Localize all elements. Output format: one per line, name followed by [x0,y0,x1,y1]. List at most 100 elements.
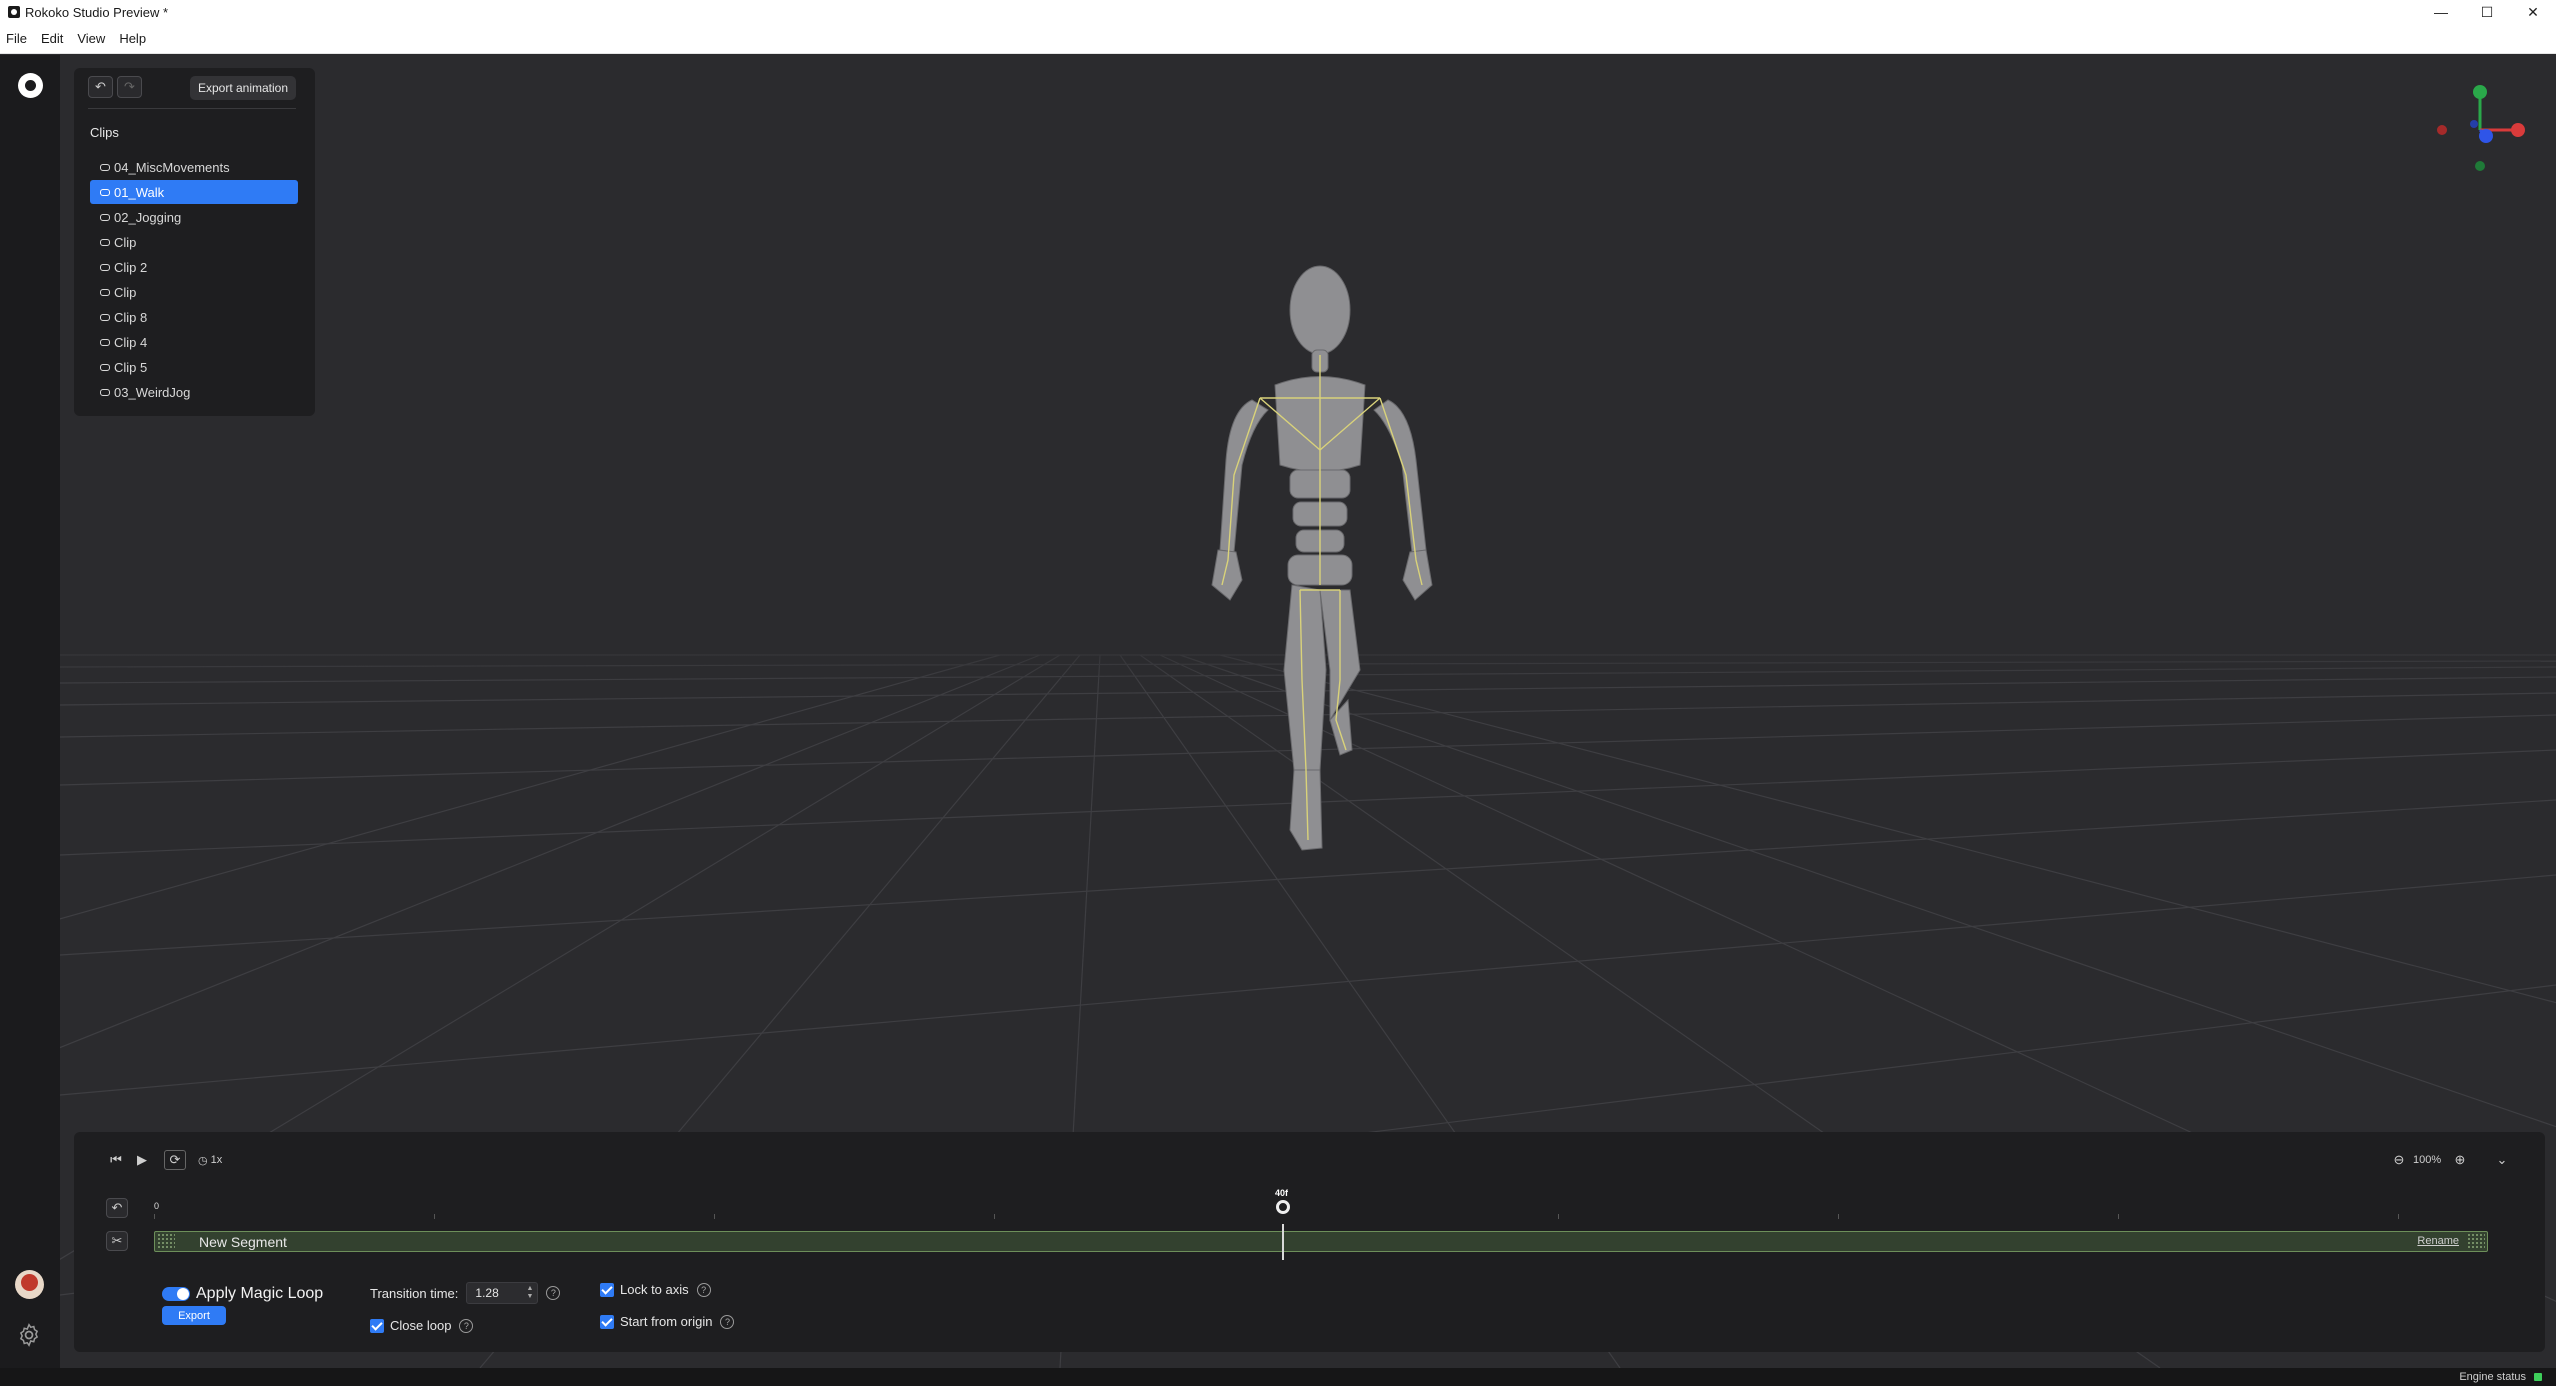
gear-icon[interactable] [16,1322,42,1348]
lock-to-axis-label: Lock to axis [620,1282,689,1297]
zoom-out-icon: ⊖ [2393,1152,2405,1167]
redo-button[interactable]: ↷ [117,76,142,98]
minimize-button[interactable]: — [2418,0,2464,24]
clip-icon [100,188,110,196]
undo-icon: ↶ [95,79,106,94]
collapse-button[interactable]: ⌄ [2494,1152,2510,1168]
maximize-button[interactable]: ☐ [2464,0,2510,24]
zoom-in-icon: ⊕ [2454,1152,2466,1167]
clip-icon [100,313,110,321]
number-stepper[interactable]: ▲ ▼ [526,1285,533,1301]
close-loop-label: Close loop [390,1318,452,1333]
zoom-out-button[interactable]: ⊖ [2391,1152,2407,1168]
lock-to-axis-option[interactable]: Lock to axis ? [600,1282,711,1297]
playback-speed[interactable]: ◷ 1x [198,1152,222,1168]
menu-view[interactable]: View [77,31,105,46]
reset-loop-button[interactable]: ↶ [106,1198,128,1218]
timeline-start-label: 0 [154,1201,160,1211]
divider [88,108,296,109]
help-icon[interactable]: ? [720,1314,735,1329]
clip-icon [100,338,110,346]
clip-item[interactable]: Clip [90,230,298,254]
magic-loop-label: Apply Magic Loop [196,1285,324,1302]
clips-panel: ↶ ↷ Export animation Clips 04_MiscMoveme… [74,68,315,416]
chevron-down-icon: ⌄ [2496,1152,2508,1167]
skip-to-start-button[interactable]: ⏮ [108,1152,124,1168]
clip-item[interactable]: Clip [90,280,298,304]
redo-icon: ↷ [124,79,135,94]
clip-icon [100,363,110,371]
left-sidebar [0,55,60,1368]
timeline-panel: ⏮ ▶ ⟳ ◷ 1x ⊖ 100% ⊕ ⌄ ↶ ✂ 0 New Segment … [74,1132,2545,1352]
playhead-frame-label: 40f [1275,1188,1289,1198]
start-from-origin-option[interactable]: Start from origin ? [600,1314,735,1329]
undo-button[interactable]: ↶ [88,76,113,98]
clip-icon [100,288,110,296]
axis-gizmo-icon[interactable] [2430,80,2530,180]
clip-item[interactable]: Clip 2 [90,255,298,279]
avatar[interactable] [15,1270,44,1299]
clip-icon [100,263,110,271]
export-button[interactable]: Export [162,1306,226,1325]
skip-back-icon: ⏮ [110,1152,122,1167]
magic-loop-toggle[interactable] [162,1287,190,1301]
clip-icon [100,163,110,171]
transition-time-row: Transition time: 1.28 ▲ ▼ ? [370,1282,561,1304]
clip-item[interactable]: 04_MiscMovements [90,155,298,179]
segment-name: New Segment [199,1234,287,1250]
start-from-origin-label: Start from origin [620,1314,713,1329]
clip-item[interactable]: 02_Jogging [90,205,298,229]
segment-start-handle[interactable] [157,1233,175,1250]
engine-status-label: Engine status [2459,1371,2526,1383]
timeline-ruler [154,1214,2488,1222]
clip-list: 04_MiscMovements 01_Walk 02_Jogging Clip… [90,155,298,405]
lock-to-axis-checkbox[interactable] [600,1282,614,1297]
clip-icon [100,213,110,221]
title-bar: Rokoko Studio Preview * — ☐ ✕ [0,0,2556,24]
status-bar: Engine status [0,1368,2556,1386]
loop-icon: ⟳ [169,1152,181,1167]
cut-segment-button[interactable]: ✂ [106,1231,128,1251]
help-icon[interactable]: ? [546,1286,561,1300]
close-button[interactable]: ✕ [2510,0,2556,24]
clip-icon [100,388,110,396]
engine-status[interactable]: Engine status [2459,1371,2542,1383]
speed-icon: ◷ [198,1154,208,1167]
clip-item[interactable]: Clip 5 [90,355,298,379]
clip-item[interactable]: 03_WeirdJog [90,380,298,404]
rokoko-logo-icon[interactable] [18,73,43,98]
play-icon: ▶ [137,1152,147,1167]
playhead-line [1282,1224,1284,1260]
help-icon[interactable]: ? [459,1318,474,1333]
timeline-segment[interactable]: New Segment Rename [154,1231,2488,1252]
playhead-handle[interactable] [1276,1200,1290,1214]
scissors-icon: ✂ [111,1233,123,1248]
menu-edit[interactable]: Edit [41,31,63,46]
close-loop-option[interactable]: Close loop ? [370,1318,474,1333]
export-animation-button[interactable]: Export animation [190,76,296,100]
transition-time-input[interactable]: 1.28 ▲ ▼ [466,1282,539,1304]
window-title: Rokoko Studio Preview * [25,4,169,20]
loop-toggle-button[interactable]: ⟳ [164,1150,186,1170]
zoom-in-button[interactable]: ⊕ [2452,1152,2468,1168]
start-from-origin-checkbox[interactable] [600,1314,614,1329]
zoom-level: 100% [2413,1154,2442,1166]
clip-icon [100,238,110,246]
character-model[interactable] [1190,250,1450,890]
undo-icon: ↶ [111,1200,123,1215]
menu-bar: File Edit View Help [0,24,2556,54]
clips-title: Clips [90,125,119,140]
play-button[interactable]: ▶ [134,1152,150,1168]
segment-end-handle[interactable] [2467,1233,2485,1250]
close-loop-checkbox[interactable] [370,1318,384,1333]
help-icon[interactable]: ? [696,1282,711,1297]
clip-item[interactable]: Clip 4 [90,330,298,354]
menu-help[interactable]: Help [119,31,146,46]
clip-item[interactable]: Clip 8 [90,305,298,329]
rename-segment-link[interactable]: Rename [2417,1235,2459,1247]
window-controls: — ☐ ✕ [2418,0,2556,24]
clip-item-selected[interactable]: 01_Walk [90,180,298,204]
app-icon [8,6,20,18]
magic-loop-toggle-row: Apply Magic Loop [162,1285,323,1303]
menu-file[interactable]: File [6,31,27,46]
